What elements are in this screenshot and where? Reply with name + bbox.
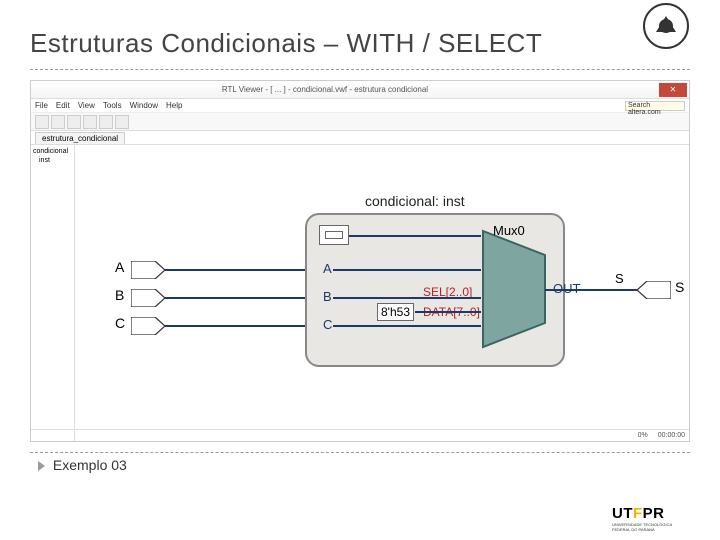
wire: [333, 297, 481, 299]
university-seal-logo: [642, 2, 690, 50]
tool-icon[interactable]: [99, 115, 113, 129]
status-time: 00:00:00: [658, 432, 685, 439]
statusbar: 0% 00:00:00: [31, 429, 689, 441]
footer-divider: [30, 452, 690, 453]
title-divider: [30, 69, 690, 70]
tree-child[interactable]: inst: [33, 156, 72, 165]
window-titlebar: RTL Viewer - [ ... ] - condicional.vwf -…: [31, 81, 689, 99]
hierarchy-panel: condicional inst: [31, 145, 75, 442]
maximize-button[interactable]: [639, 83, 657, 97]
block-instance-title: condicional: inst: [365, 193, 465, 209]
menu-window[interactable]: Window: [130, 101, 158, 110]
tab-row: estrutura_condicional: [31, 131, 689, 145]
mux-symbol: [481, 229, 547, 349]
menu-edit[interactable]: Edit: [56, 101, 70, 110]
footer-marker-icon: [38, 461, 45, 471]
wire: [349, 235, 481, 237]
slide-title: Estruturas Condicionais – WITH / SELECT: [0, 0, 720, 65]
block-port-b: B: [323, 289, 332, 304]
input-label-b: B: [115, 287, 124, 303]
input-pin-a: [131, 261, 165, 279]
main-area: condicional inst condicional: inst Mux0 …: [31, 145, 689, 442]
data-constant-box: 8'h53: [377, 303, 414, 321]
tree-root[interactable]: condicional: [33, 147, 72, 156]
output-label-s: S: [675, 279, 684, 295]
utfpr-logo: UTFPR UNIVERSIDADE TECNOLÓGICA FEDERAL D…: [612, 505, 690, 532]
footer-label: Exemplo 03: [38, 457, 720, 473]
wire: [165, 297, 305, 299]
mux-label: Mux0: [493, 223, 525, 238]
block-port-a: A: [323, 261, 332, 276]
wire: [165, 325, 305, 327]
menu-help[interactable]: Help: [166, 101, 182, 110]
wire: [333, 325, 481, 327]
menu-tools[interactable]: Tools: [103, 101, 122, 110]
tool-icon[interactable]: [51, 115, 65, 129]
wire: [545, 289, 637, 291]
block-port-c: C: [323, 317, 332, 332]
minimize-button[interactable]: [619, 83, 637, 97]
window-title: RTL Viewer - [ ... ] - condicional.vwf -…: [31, 85, 619, 94]
input-pin-b: [131, 289, 165, 307]
status-zoom: 0%: [638, 432, 648, 439]
wire: [333, 269, 481, 271]
tool-icon[interactable]: [67, 115, 81, 129]
example-label: Exemplo 03: [53, 457, 127, 473]
menu-file[interactable]: File: [35, 101, 48, 110]
tool-icon[interactable]: [115, 115, 129, 129]
wire: [165, 269, 305, 271]
rtl-viewer-window: RTL Viewer - [ ... ] - condicional.vwf -…: [30, 80, 690, 442]
output-pin-s: [637, 281, 671, 299]
input-label-a: A: [115, 259, 124, 275]
search-input[interactable]: Search altera.com: [625, 101, 685, 111]
tab-document[interactable]: estrutura_condicional: [35, 132, 125, 144]
input-label-c: C: [115, 315, 125, 331]
menubar: File Edit View Tools Window Help Search …: [31, 99, 689, 113]
menu-view[interactable]: View: [78, 101, 95, 110]
wire: [415, 311, 481, 313]
input-pin-c: [131, 317, 165, 335]
schematic-canvas[interactable]: condicional: inst Mux0 A B C: [75, 145, 689, 442]
wire-label-s: S: [615, 271, 624, 286]
close-button[interactable]: ✕: [659, 83, 687, 97]
toolbar: [31, 113, 689, 131]
tool-icon[interactable]: [35, 115, 49, 129]
constant-port-box: [319, 225, 349, 245]
tool-icon[interactable]: [83, 115, 97, 129]
